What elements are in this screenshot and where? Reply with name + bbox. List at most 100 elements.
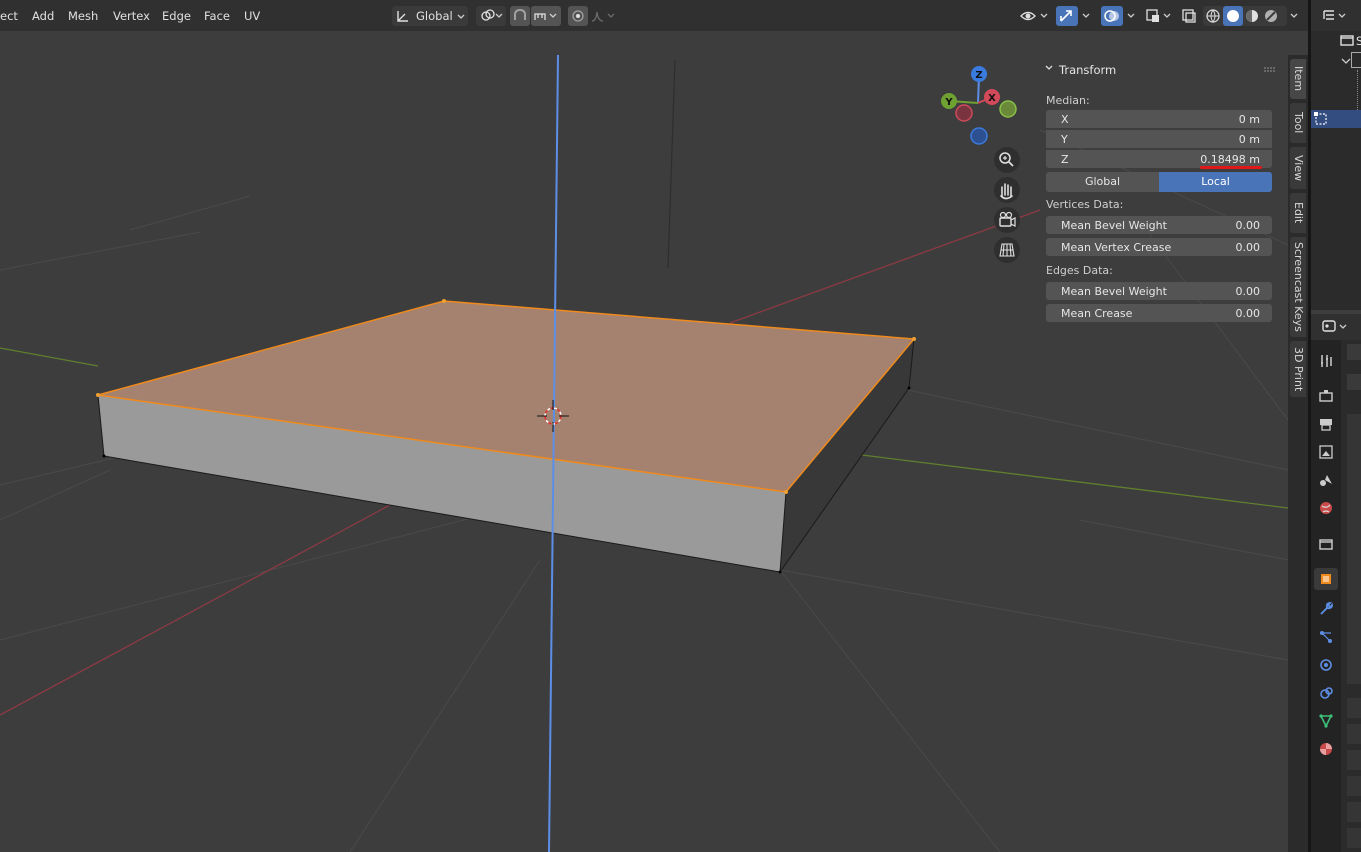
tab-label: Tool [1292, 112, 1305, 134]
space-local-button[interactable]: Local [1159, 172, 1272, 192]
grid-vertical-line [667, 59, 676, 269]
object-tab-active[interactable] [1314, 568, 1338, 590]
shading-icons [1206, 6, 1277, 26]
selected-object-row[interactable] [1311, 110, 1361, 128]
space-global-button[interactable]: Global [1046, 172, 1159, 192]
menu-edge[interactable]: Edge [162, 9, 191, 23]
menu-select[interactable]: ect [0, 9, 18, 23]
panel-row-partial[interactable] [1347, 698, 1361, 718]
output-icon[interactable] [1318, 416, 1334, 432]
field-label: Mean Vertex Crease [1061, 241, 1172, 254]
tab-item[interactable]: Item [1290, 59, 1306, 99]
gizmo-y-label: Y [944, 97, 953, 108]
chevron-down-icon[interactable] [1045, 64, 1053, 72]
median-y-field[interactable]: Y 0 m [1046, 130, 1272, 148]
proportional-falloff-dropdown[interactable] [589, 6, 619, 26]
physics-icon[interactable] [1318, 657, 1334, 673]
collection-icon [1340, 35, 1354, 46]
orientation-dropdown[interactable]: Global [392, 6, 468, 26]
collection-checkbox[interactable] [1351, 52, 1361, 68]
gizmo-x-label: X [988, 93, 996, 104]
visibility-dropdown[interactable] [1018, 6, 1052, 26]
snap-toggle[interactable] [510, 6, 530, 26]
panel-row-partial[interactable] [1347, 776, 1361, 796]
tab-edit[interactable]: Edit [1290, 193, 1306, 233]
field-value: 0.00 [1235, 285, 1261, 298]
mesh-overlay-icon [1146, 9, 1171, 22]
field-value: 0.18498 m [1200, 153, 1260, 166]
tab-tool[interactable]: Tool [1290, 103, 1306, 143]
x-axis-line [0, 504, 391, 716]
mesh-data-icon[interactable] [1318, 713, 1334, 729]
mesh-object-icon [1314, 112, 1327, 125]
chevron-down-icon[interactable] [1288, 6, 1302, 26]
tab-label: Item [1292, 66, 1305, 92]
mean-bevel-weight-vertex-field[interactable]: Mean Bevel Weight 0.00 [1046, 216, 1272, 234]
particles-icon[interactable] [1318, 629, 1334, 645]
view-layer-icon[interactable] [1318, 444, 1334, 460]
magnet-icon [514, 8, 526, 20]
collection-properties-icon[interactable] [1318, 536, 1334, 552]
menu-vertex[interactable]: Vertex [113, 9, 150, 23]
tool-icon[interactable] [1318, 353, 1334, 369]
modifier-wrench-icon[interactable] [1318, 601, 1334, 617]
mean-bevel-weight-edge-field[interactable]: Mean Bevel Weight 0.00 [1046, 282, 1272, 300]
menu-add[interactable]: Add [32, 9, 54, 23]
gizmo-toggle[interactable] [1056, 6, 1078, 26]
gizmo-z-label: Z [975, 70, 982, 81]
median-x-field[interactable]: X 0 m [1046, 110, 1272, 128]
mesh-edit-overlays-dropdown[interactable] [1143, 6, 1175, 26]
tab-screencast-keys[interactable]: Screencast Keys [1290, 237, 1306, 337]
overlays-toggle[interactable] [1101, 6, 1123, 26]
xray-icon [1182, 9, 1196, 23]
snap-target-dropdown[interactable] [531, 6, 561, 26]
panel-row-partial[interactable] [1347, 750, 1361, 770]
navigation-gizmo[interactable]: Z Y X [941, 66, 1017, 145]
zoom-icon[interactable] [994, 147, 1020, 173]
drag-handle-icon[interactable] [1264, 67, 1276, 73]
mean-vertex-crease-field[interactable]: Mean Vertex Crease 0.00 [1046, 238, 1272, 256]
display-mode-dropdown[interactable] [1321, 6, 1355, 26]
xray-toggle[interactable] [1180, 6, 1198, 26]
edges-data-label: Edges Data: [1046, 264, 1113, 277]
pivot-point-dropdown[interactable] [476, 6, 506, 26]
world-icon[interactable] [1318, 500, 1334, 516]
chevron-down-icon[interactable] [1341, 56, 1351, 66]
editor-type-dropdown[interactable] [1321, 317, 1355, 337]
mean-crease-field[interactable]: Mean Crease 0.00 [1046, 304, 1272, 322]
median-z-field[interactable]: Z 0.18498 m [1046, 150, 1272, 169]
camera-icon[interactable] [994, 207, 1020, 233]
tab-label: Screencast Keys [1292, 242, 1305, 332]
tab-label: Edit [1292, 202, 1305, 224]
field-label: X [1061, 113, 1069, 126]
menu-uv[interactable]: UV [244, 9, 260, 23]
sidebar-item-panel: Transform Median: X 0 m Y 0 m Z 0.18498 … [1040, 55, 1280, 330]
menu-face[interactable]: Face [204, 9, 230, 23]
panel-row-partial[interactable] [1347, 828, 1361, 848]
panel-row-partial[interactable] [1347, 802, 1361, 822]
chevron-down-icon [1082, 13, 1090, 18]
tab-view[interactable]: View [1290, 147, 1306, 189]
menu-mesh[interactable]: Mesh [68, 9, 98, 23]
scene-icon[interactable] [1318, 472, 1334, 488]
material-icon[interactable] [1318, 741, 1334, 757]
x-axis-line-far [729, 209, 1041, 324]
gizmo-dropdown[interactable] [1078, 6, 1096, 26]
overlays-dropdown[interactable] [1123, 6, 1141, 26]
grid-icon[interactable] [994, 237, 1020, 263]
field-label: Mean Crease [1061, 307, 1133, 320]
proportional-edit-toggle[interactable] [568, 6, 588, 26]
y-axis-line-right [861, 454, 1288, 509]
transform-panel-title[interactable]: Transform [1059, 63, 1116, 77]
snap-increment-icon [534, 13, 557, 20]
render-icon[interactable] [1318, 388, 1334, 404]
hand-pan-icon[interactable] [994, 177, 1020, 203]
constraints-icon[interactable] [1318, 685, 1334, 701]
tab-3d-print[interactable]: 3D Print [1290, 341, 1306, 397]
properties-button-partial[interactable] [1347, 344, 1361, 360]
properties-button-partial[interactable] [1347, 374, 1361, 390]
field-value: 0 m [1238, 113, 1260, 126]
panel-row-partial[interactable] [1347, 724, 1361, 744]
proportional-edit-icon [572, 10, 584, 22]
falloff-curve-icon [591, 11, 615, 22]
